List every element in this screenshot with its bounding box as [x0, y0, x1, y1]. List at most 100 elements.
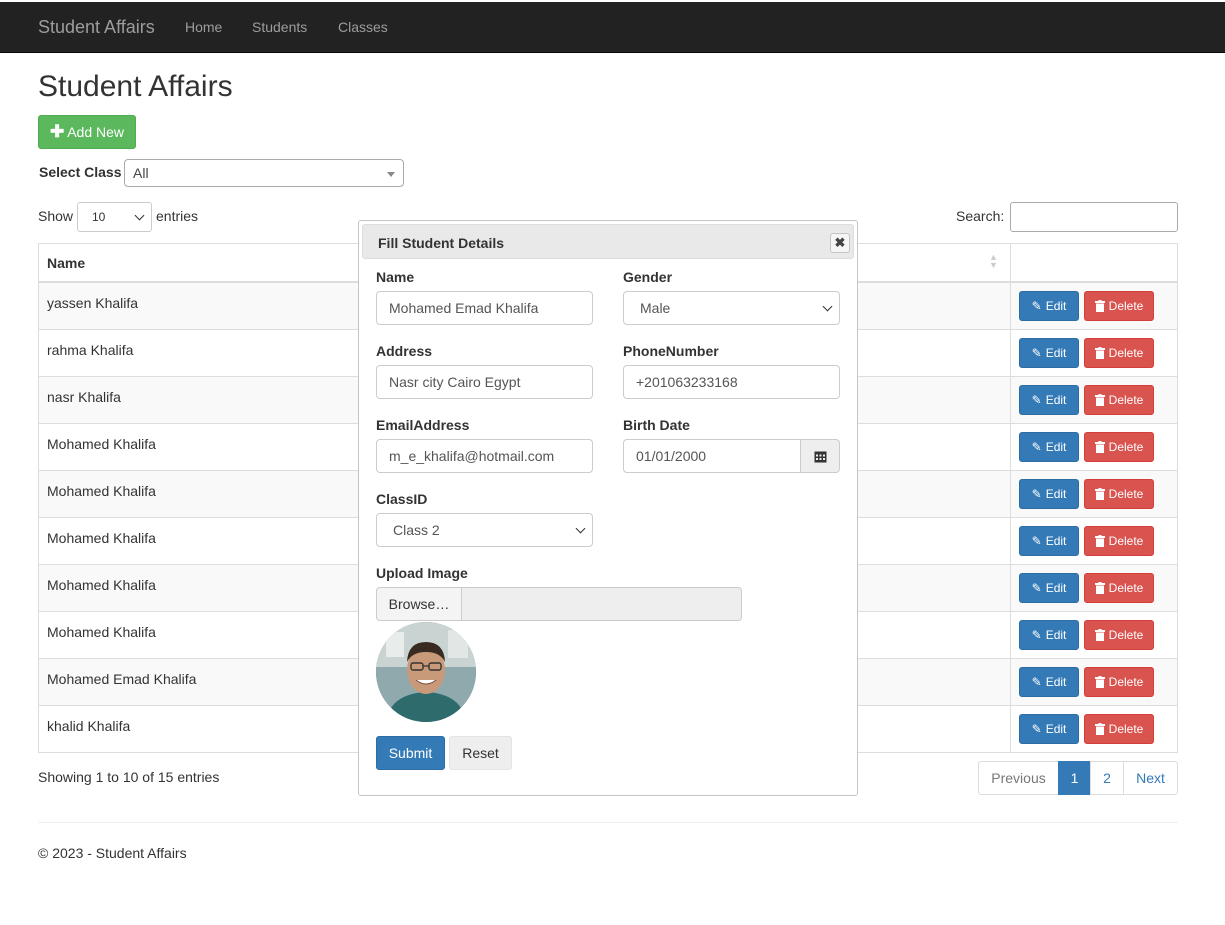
pagination-next[interactable]: Next — [1123, 761, 1178, 795]
search-input[interactable] — [1010, 202, 1178, 232]
show-label: Show — [38, 208, 74, 224]
edit-button[interactable]: ✎ Edit — [1019, 620, 1079, 650]
gender-select-value: Male — [640, 300, 671, 316]
caret-down-icon — [387, 172, 395, 177]
select-class-dropdown[interactable]: All — [124, 159, 404, 187]
delete-button[interactable]: Delete — [1084, 667, 1154, 697]
browse-button[interactable]: Browse… — [377, 588, 462, 620]
email-field[interactable]: m_e_khalifa@hotmail.com — [376, 439, 593, 473]
pagination-page-1[interactable]: 1 — [1058, 761, 1091, 795]
edit-icon: ✎ — [1031, 675, 1042, 689]
delete-button[interactable]: Delete — [1084, 291, 1154, 321]
delete-button[interactable]: Delete — [1084, 620, 1154, 650]
gender-select[interactable]: Male — [623, 291, 840, 325]
column-divider — [1010, 612, 1011, 658]
column-divider — [1010, 283, 1011, 329]
column-divider — [1010, 471, 1011, 517]
chevron-down-icon — [822, 301, 833, 312]
calendar-button[interactable] — [800, 439, 840, 473]
birth-date-label: Birth Date — [623, 417, 690, 433]
edit-label: Edit — [1045, 722, 1067, 736]
delete-label: Delete — [1108, 581, 1144, 595]
sort-icon[interactable]: ▲ ▼ — [989, 253, 998, 270]
modal-header[interactable]: Fill Student Details ✖ — [362, 224, 854, 259]
delete-button[interactable]: Delete — [1084, 338, 1154, 368]
delete-button[interactable]: Delete — [1084, 479, 1154, 509]
class-id-label: ClassID — [376, 491, 428, 507]
edit-icon: ✎ — [1031, 440, 1042, 454]
edit-icon: ✎ — [1031, 299, 1042, 313]
edit-label: Edit — [1045, 346, 1067, 360]
edit-button[interactable]: ✎ Edit — [1019, 667, 1079, 697]
search-label: Search: — [956, 208, 1005, 224]
add-new-label: Add New — [67, 124, 125, 140]
image-upload-field[interactable]: Browse… — [376, 587, 742, 621]
delete-label: Delete — [1108, 675, 1144, 689]
close-icon[interactable]: ✖ — [830, 233, 850, 253]
nav-link-classes[interactable]: Classes — [338, 19, 388, 35]
submit-button[interactable]: Submit — [376, 736, 445, 770]
column-header-name[interactable]: Name — [47, 255, 85, 271]
add-new-button[interactable]: ✚ Add New — [38, 115, 136, 149]
student-name-cell: Mohamed Khalifa — [47, 530, 156, 546]
birth-date-field[interactable]: 01/01/2000 — [623, 439, 801, 473]
pagination: Previous 1 2 Next — [978, 761, 1178, 795]
delete-button[interactable]: Delete — [1084, 714, 1154, 744]
pagination-page-2[interactable]: 2 — [1090, 761, 1124, 795]
edit-button[interactable]: ✎ Edit — [1019, 714, 1079, 744]
delete-button[interactable]: Delete — [1084, 385, 1154, 415]
edit-label: Edit — [1045, 675, 1067, 689]
edit-button[interactable]: ✎ Edit — [1019, 479, 1079, 509]
column-divider — [1010, 659, 1011, 705]
delete-label: Delete — [1108, 299, 1144, 313]
trash-icon — [1094, 394, 1105, 406]
edit-icon: ✎ — [1031, 346, 1042, 360]
entries-per-page-select[interactable]: 10 — [77, 202, 152, 232]
phone-field-value: +201063233168 — [636, 374, 738, 390]
nav-link-home[interactable]: Home — [185, 19, 222, 35]
student-name-cell: nasr Khalifa — [47, 389, 121, 405]
column-divider — [1010, 330, 1011, 376]
edit-label: Edit — [1045, 299, 1067, 313]
footer-text: © 2023 - Student Affairs — [38, 845, 187, 861]
edit-button[interactable]: ✎ Edit — [1019, 432, 1079, 462]
edit-button[interactable]: ✎ Edit — [1019, 573, 1079, 603]
delete-label: Delete — [1108, 628, 1144, 642]
student-name-cell: Mohamed Khalifa — [47, 577, 156, 593]
nav-link-students[interactable]: Students — [252, 19, 307, 35]
column-divider — [1010, 424, 1011, 470]
trash-icon — [1094, 535, 1105, 547]
name-label: Name — [376, 269, 415, 285]
delete-button[interactable]: Delete — [1084, 432, 1154, 462]
entries-label: entries — [156, 208, 199, 224]
edit-button[interactable]: ✎ Edit — [1019, 526, 1079, 556]
edit-label: Edit — [1045, 581, 1067, 595]
gender-label: Gender — [623, 269, 673, 285]
navbar-brand[interactable]: Student Affairs — [38, 17, 155, 38]
edit-button[interactable]: ✎ Edit — [1019, 385, 1079, 415]
student-name-cell: Mohamed Khalifa — [47, 483, 156, 499]
trash-icon — [1094, 300, 1105, 312]
name-field[interactable]: Mohamed Emad Khalifa — [376, 291, 593, 325]
column-divider — [1010, 706, 1011, 752]
edit-label: Edit — [1045, 440, 1067, 454]
address-label: Address — [376, 343, 433, 359]
pagination-previous[interactable]: Previous — [978, 761, 1059, 795]
name-field-value: Mohamed Emad Khalifa — [389, 300, 539, 316]
delete-label: Delete — [1108, 722, 1144, 736]
trash-icon — [1094, 441, 1105, 453]
delete-button[interactable]: Delete — [1084, 526, 1154, 556]
calendar-icon — [814, 451, 826, 462]
edit-button[interactable]: ✎ Edit — [1019, 291, 1079, 321]
birth-date-value: 01/01/2000 — [636, 448, 707, 464]
edit-button[interactable]: ✎ Edit — [1019, 338, 1079, 368]
select-class-value: All — [133, 165, 149, 181]
class-id-select[interactable]: Class 2 — [376, 513, 593, 547]
phone-field[interactable]: +201063233168 — [623, 365, 840, 399]
delete-button[interactable]: Delete — [1084, 573, 1154, 603]
footer-divider — [38, 822, 1178, 823]
navbar: Student Affairs Home Students Classes — [0, 2, 1225, 53]
reset-button[interactable]: Reset — [449, 736, 512, 770]
address-field[interactable]: Nasr city Cairo Egypt — [376, 365, 593, 399]
plus-icon: ✚ — [49, 122, 65, 141]
